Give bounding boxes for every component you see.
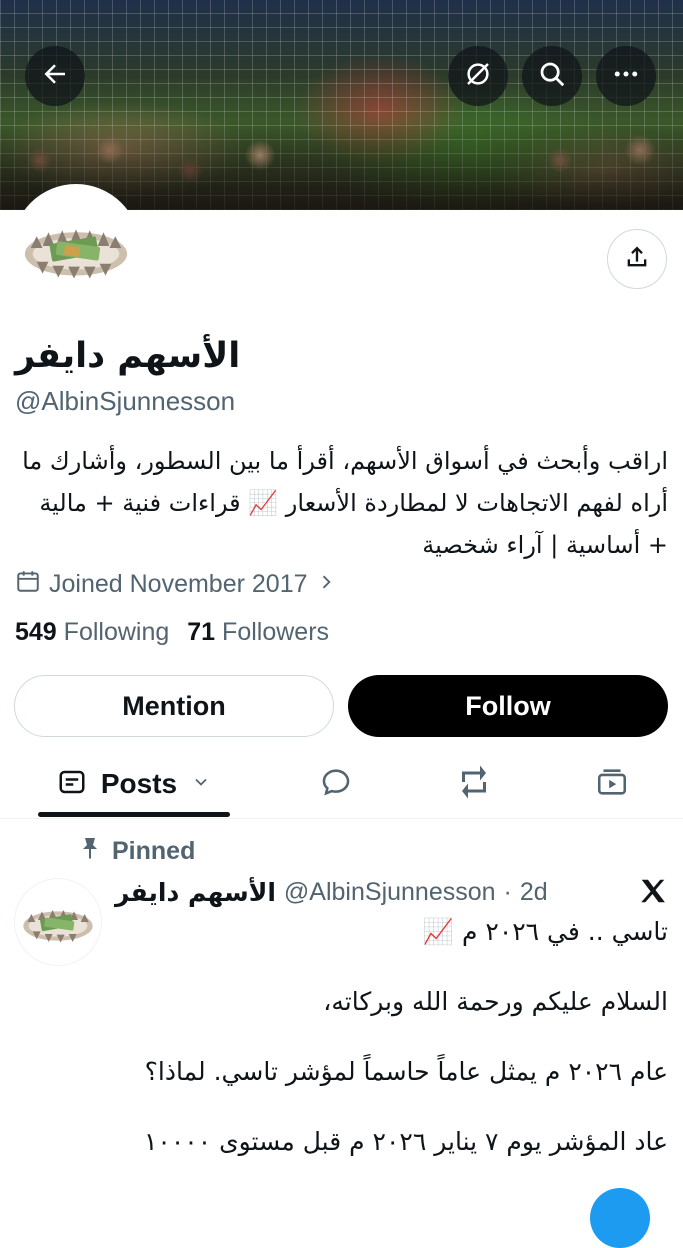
back-button[interactable] — [25, 46, 85, 106]
reply-icon — [319, 765, 353, 803]
search-icon — [537, 59, 567, 93]
profile-bio: اراقب وأبحث في أسواق الأسهم، أقرأ ما بين… — [22, 447, 668, 559]
post-author-avatar[interactable] — [14, 878, 102, 966]
post-header: الأسهم دايفر @AlbinSjunnesson · 2d — [115, 872, 548, 912]
posts-icon — [57, 767, 87, 801]
post-author-name[interactable]: الأسهم دايفر — [115, 878, 276, 907]
back-arrow-icon — [40, 59, 70, 93]
post-line: السلام عليكم ورحمة الله وبركاته، — [323, 987, 668, 1016]
pinned-label: Pinned — [112, 837, 196, 865]
joined-date: Joined November 2017 — [49, 569, 308, 598]
x-logo-icon — [638, 876, 668, 910]
profile-tabs: Posts — [0, 750, 683, 819]
tab-reposts[interactable] — [438, 750, 510, 818]
hide-button[interactable] — [448, 46, 508, 106]
follow-stats: 549 Following 71 Followers — [15, 618, 329, 647]
tab-replies[interactable] — [300, 750, 372, 818]
followers-count: 71 — [187, 618, 216, 646]
profile-handle: @AlbinSjunnesson — [15, 386, 236, 416]
chevron-down-icon — [191, 772, 211, 796]
display-name: الأسهم دايفر — [15, 336, 241, 376]
share-icon — [623, 243, 651, 275]
post-time[interactable]: 2d — [520, 878, 548, 907]
money-trap-icon — [23, 910, 93, 943]
following-stat[interactable]: 549 Following — [15, 618, 169, 647]
pinned-indicator: Pinned — [78, 836, 195, 867]
profile-banner[interactable] — [0, 0, 683, 210]
follow-button[interactable]: Follow — [348, 675, 668, 737]
mention-button[interactable]: Mention — [14, 675, 334, 737]
hide-icon — [463, 59, 493, 93]
tab-posts[interactable]: Posts — [38, 750, 230, 818]
share-button[interactable] — [607, 229, 667, 289]
post-author-handle[interactable]: @AlbinSjunnesson — [284, 878, 496, 907]
pin-icon — [78, 836, 102, 867]
followers-label: Followers — [222, 618, 330, 646]
post-line: تاسي .. في ٢٠٢٦ م 📈 — [422, 917, 668, 946]
post-body[interactable]: تاسي .. في ٢٠٢٦ م 📈 السلام عليكم ورحمة ا… — [115, 912, 668, 1162]
media-icon — [595, 765, 629, 803]
active-tab-indicator — [38, 812, 230, 817]
following-count: 549 — [15, 618, 57, 646]
search-button[interactable] — [522, 46, 582, 106]
more-icon — [611, 59, 641, 93]
post-line: عام ٢٠٢٦ م يمثل عاماً حاسماً لمؤشر تاسي.… — [144, 1057, 668, 1086]
profile-avatar[interactable] — [12, 184, 140, 312]
compose-button[interactable] — [590, 1188, 650, 1248]
followers-stat[interactable]: 71 Followers — [187, 618, 329, 647]
chevron-right-icon — [316, 570, 336, 599]
more-button[interactable] — [596, 46, 656, 106]
tab-posts-label: Posts — [100, 768, 178, 799]
joined-row[interactable]: Joined November 2017 — [15, 566, 336, 602]
calendar-icon — [15, 568, 41, 601]
post-separator: · — [503, 877, 512, 906]
repost-icon — [456, 764, 492, 804]
money-trap-icon — [24, 229, 128, 279]
post-line: عاد المؤشر يوم ٧ يناير ٢٠٢٦ م قبل مستوى … — [143, 1127, 668, 1156]
tab-media[interactable] — [576, 750, 648, 818]
following-label: Following — [63, 618, 170, 646]
